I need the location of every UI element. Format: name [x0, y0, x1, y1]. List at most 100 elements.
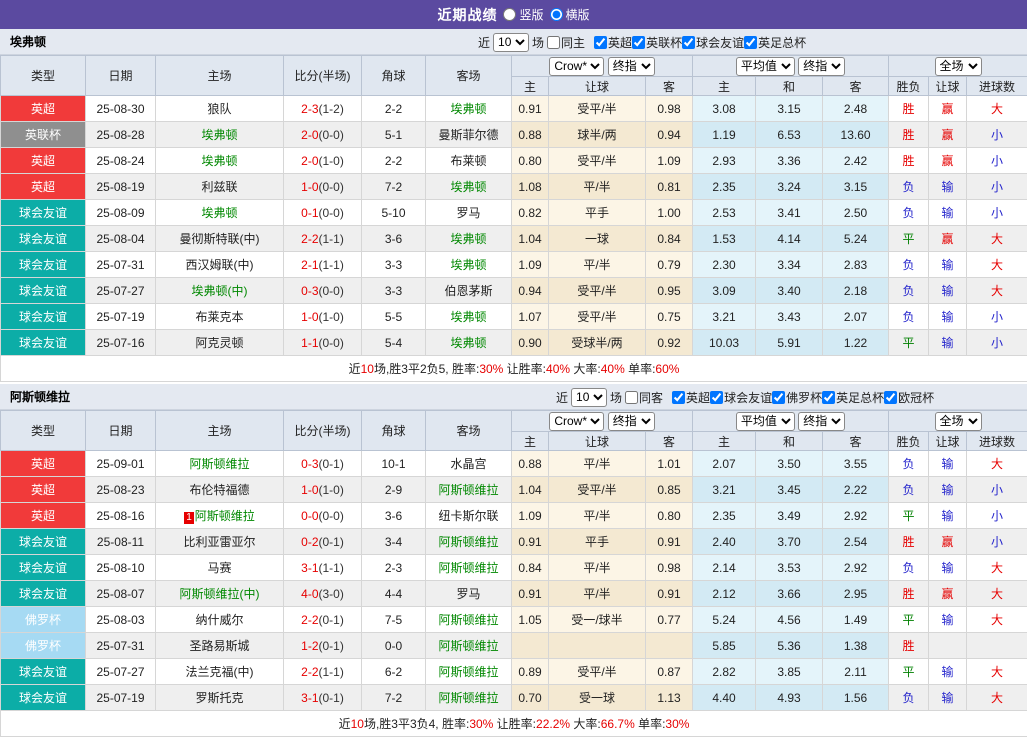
team-filter-bar: 埃弗顿 近 10 场 同主 英超英联杯球会友谊英足总杯: [0, 29, 1027, 55]
odds-group-header: Crow* 终指: [512, 411, 693, 432]
league-type-cell: 英联杯: [1, 122, 86, 148]
avg-away-odds: 1.38: [823, 633, 889, 659]
avg-away-odds: 3.15: [823, 174, 889, 200]
result-cell: 平: [889, 607, 929, 633]
goals-result-cell: [967, 633, 1027, 659]
goals-result-cell: 大: [967, 581, 1027, 607]
avg-away-odds: 2.18: [823, 278, 889, 304]
handicap-line: 平/半: [549, 581, 646, 607]
avg-home-odds: 5.24: [693, 607, 756, 633]
score-cell: 4-0(3-0): [284, 581, 362, 607]
league-filter[interactable]: 英超: [672, 389, 710, 406]
section-everton: 埃弗顿 近 10 场 同主 英超英联杯球会友谊英足总杯 类型 日期 主场 比分(…: [0, 29, 1027, 382]
match-date: 25-08-16: [86, 503, 156, 529]
layout-vertical-option[interactable]: 竖版: [503, 6, 543, 23]
handicap-line: 受平/半: [549, 477, 646, 503]
league-checkbox[interactable]: [772, 391, 785, 404]
match-date: 25-07-27: [86, 278, 156, 304]
league-label: 英足总杯: [836, 389, 884, 406]
league-checkbox[interactable]: [682, 36, 695, 49]
scope-select[interactable]: 全场: [935, 412, 982, 431]
handicap-line: 受球半/两: [549, 330, 646, 356]
match-date: 25-08-28: [86, 122, 156, 148]
vertical-layout-radio[interactable]: [503, 8, 516, 21]
avg-company-select[interactable]: 平均值: [736, 57, 795, 76]
summary-row: 近10场,胜3平2负5, 胜率:30% 让胜率:40% 大率:40% 单率:60…: [1, 356, 1027, 382]
avg-stage-select[interactable]: 终指: [798, 57, 845, 76]
summary-segment: 30%: [479, 362, 503, 376]
league-filter[interactable]: 英足总杯: [822, 389, 884, 406]
handicap-away-odds: 0.79: [646, 252, 693, 278]
corner-cell: 5-1: [362, 122, 426, 148]
same-venue-filter[interactable]: 同主: [547, 34, 585, 51]
away-team: 伯恩茅斯: [426, 278, 512, 304]
match-date: 25-08-24: [86, 148, 156, 174]
odds-company-select[interactable]: Crow*: [549, 412, 604, 431]
league-checkbox[interactable]: [672, 391, 685, 404]
handicap-away-odds: 0.95: [646, 278, 693, 304]
league-filter[interactable]: 欧冠杯: [884, 389, 934, 406]
match-row: 英超25-08-23布伦特福德1-0(1-0)2-9阿斯顿维拉1.04受平/半0…: [1, 477, 1027, 503]
avg-away-odds: 2.54: [823, 529, 889, 555]
odds-stage-select[interactable]: 终指: [608, 412, 655, 431]
handicap-away-odds: [646, 633, 693, 659]
sub-avg-home: 主: [693, 432, 756, 451]
home-team: 阿克灵顿: [156, 330, 284, 356]
avg-stage-select[interactable]: 终指: [798, 412, 845, 431]
league-checkbox[interactable]: [744, 36, 757, 49]
odds-stage-select[interactable]: 终指: [608, 57, 655, 76]
league-filter[interactable]: 英联杯: [632, 34, 682, 51]
avg-home-odds: 1.19: [693, 122, 756, 148]
same-venue-checkbox[interactable]: [547, 36, 560, 49]
handicap-away-odds: 1.00: [646, 200, 693, 226]
league-filter[interactable]: 佛罗杯: [772, 389, 822, 406]
horizontal-layout-radio[interactable]: [550, 8, 563, 21]
away-team: 罗马: [426, 581, 512, 607]
match-date: 25-08-19: [86, 174, 156, 200]
recent-count-select[interactable]: 10: [493, 33, 529, 52]
league-checkbox[interactable]: [884, 391, 897, 404]
handicap-result-cell: 输: [929, 252, 967, 278]
scope-select[interactable]: 全场: [935, 57, 982, 76]
league-filter[interactable]: 英足总杯: [744, 34, 806, 51]
handicap-line: 平/半: [549, 451, 646, 477]
league-filter[interactable]: 英超: [594, 34, 632, 51]
avg-draw-odds: 3.85: [756, 659, 823, 685]
section-aston-villa: 阿斯顿维拉 近 10 场 同客 英超球会友谊佛罗杯英足总杯欧冠杯 类型 日期 主…: [0, 384, 1027, 737]
score-cell: 1-2(0-1): [284, 633, 362, 659]
goals-result-cell: 大: [967, 226, 1027, 252]
same-venue-filter[interactable]: 同客: [625, 389, 663, 406]
league-checkbox[interactable]: [632, 36, 645, 49]
league-checkbox[interactable]: [822, 391, 835, 404]
match-date: 25-07-31: [86, 633, 156, 659]
recent-count-select[interactable]: 10: [571, 388, 607, 407]
result-cell: 负: [889, 252, 929, 278]
same-venue-checkbox[interactable]: [625, 391, 638, 404]
col-home: 主场: [156, 411, 284, 451]
summary-segment: 近: [349, 362, 361, 376]
match-row: 球会友谊25-08-04曼彻斯特联(中)2-2(1-1)3-6埃弗顿1.04一球…: [1, 226, 1027, 252]
away-team: 罗马: [426, 200, 512, 226]
layout-horizontal-option[interactable]: 横版: [550, 6, 590, 23]
avg-away-odds: 2.50: [823, 200, 889, 226]
home-team: 狼队: [156, 96, 284, 122]
handicap-line: 一球: [549, 226, 646, 252]
match-row: 球会友谊25-07-31西汉姆联(中)2-1(1-1)3-3埃弗顿1.09平/半…: [1, 252, 1027, 278]
avg-home-odds: 2.14: [693, 555, 756, 581]
home-team: 曼彻斯特联(中): [156, 226, 284, 252]
avg-group-header: 平均值 终指: [693, 411, 889, 432]
handicap-away-odds: 0.80: [646, 503, 693, 529]
match-row: 佛罗杯25-07-31圣路易斯城1-2(0-1)0-0阿斯顿维拉5.855.36…: [1, 633, 1027, 659]
league-type-cell: 英超: [1, 96, 86, 122]
match-row: 英超25-08-161阿斯顿维拉0-0(0-0)3-6纽卡斯尔联1.09平/半0…: [1, 503, 1027, 529]
league-filter[interactable]: 球会友谊: [682, 34, 744, 51]
handicap-line: 受一球: [549, 685, 646, 711]
handicap-line: 平/半: [549, 252, 646, 278]
corner-cell: 7-2: [362, 174, 426, 200]
odds-company-select[interactable]: Crow*: [549, 57, 604, 76]
score-cell: 1-0(1-0): [284, 304, 362, 330]
avg-company-select[interactable]: 平均值: [736, 412, 795, 431]
league-checkbox[interactable]: [594, 36, 607, 49]
league-filter[interactable]: 球会友谊: [710, 389, 772, 406]
league-checkbox[interactable]: [710, 391, 723, 404]
